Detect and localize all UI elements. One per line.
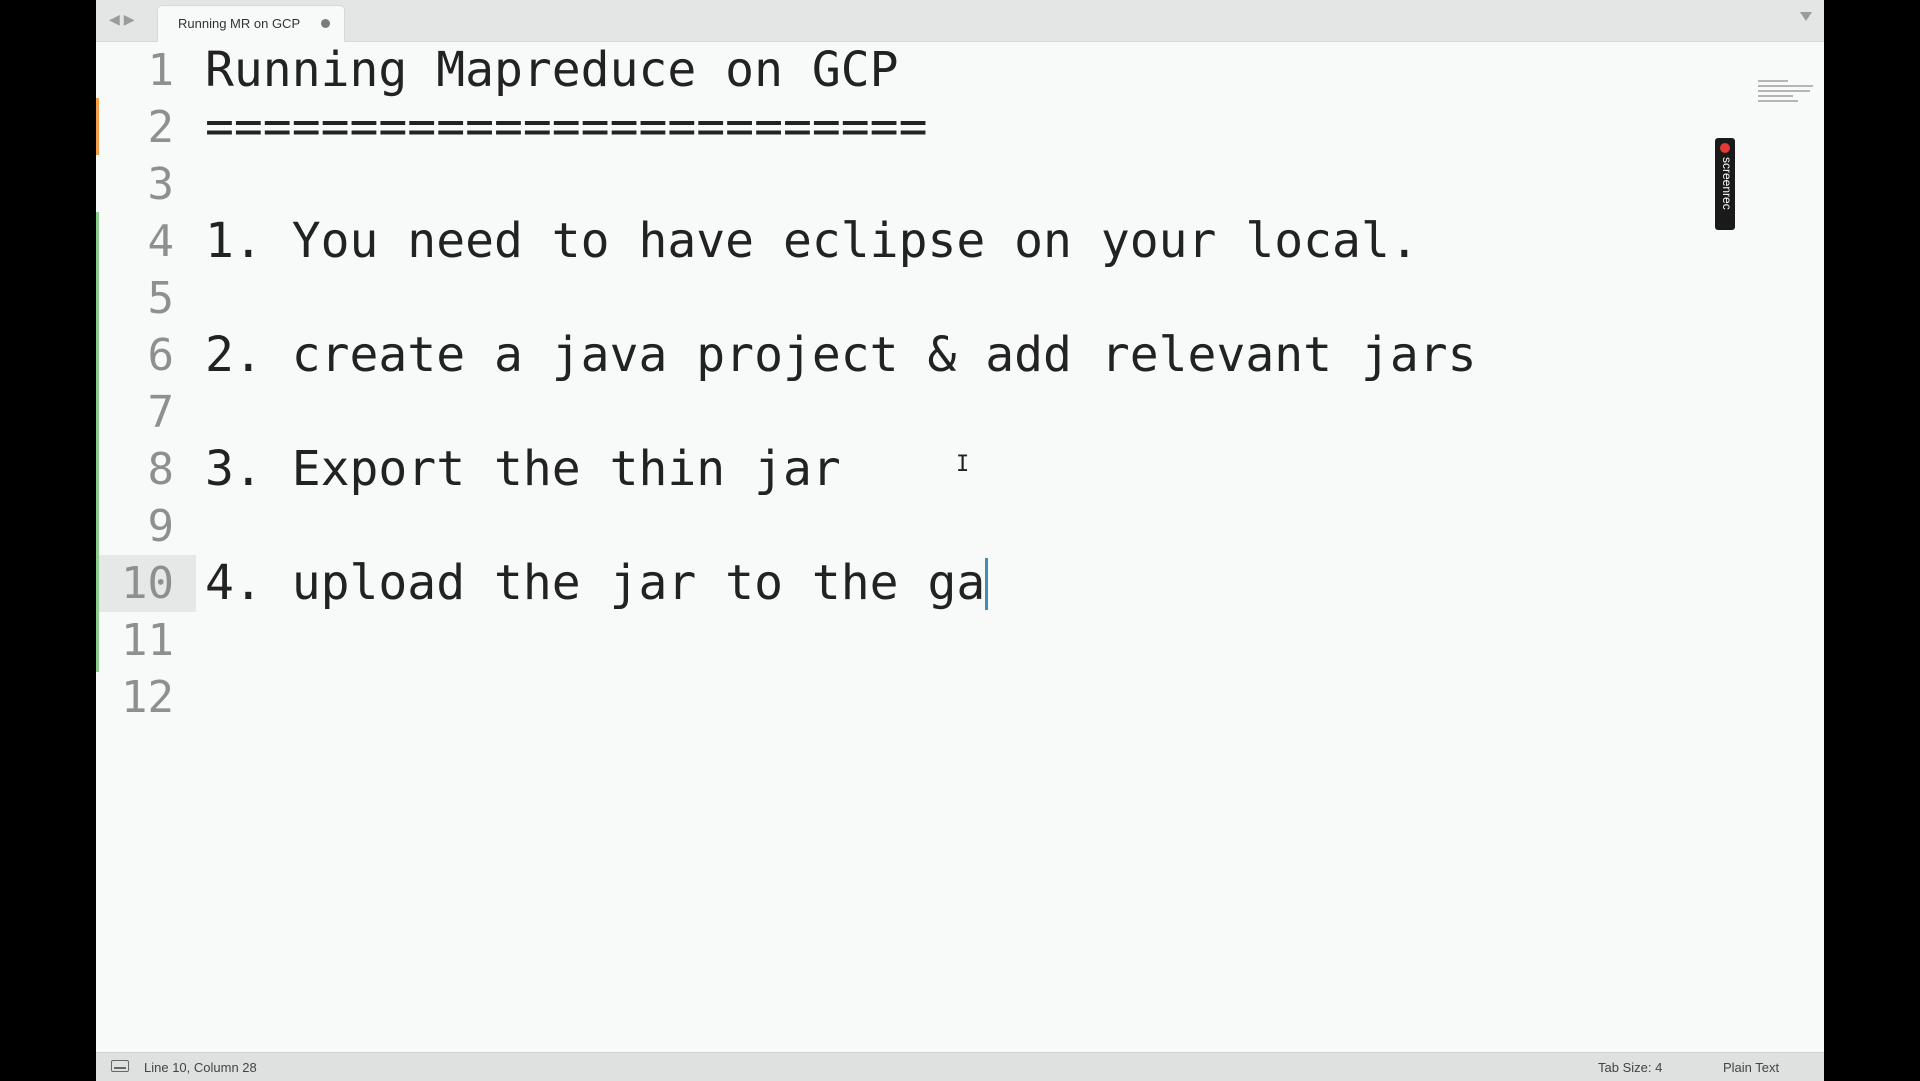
minimap[interactable] [1758, 80, 1818, 110]
line-number: 6 [147, 330, 175, 381]
line-text: ========================= [205, 99, 928, 155]
line-number: 9 [147, 501, 175, 552]
editor-line[interactable]: 5 [96, 270, 1824, 327]
line-text: 4. upload the jar to the ga [205, 555, 986, 611]
line-number: 4 [147, 216, 175, 267]
editor-line[interactable]: 3 [96, 156, 1824, 213]
chevron-down-icon[interactable] [1800, 12, 1812, 21]
tab-size-selector[interactable]: Tab Size: 4 [1598, 1060, 1662, 1075]
editor-line[interactable]: 12 [96, 669, 1824, 726]
editor-line[interactable]: 1 Running Mapreduce on GCP [96, 42, 1824, 99]
line-number: 7 [147, 387, 175, 438]
editor-line[interactable]: 11 [96, 612, 1824, 669]
editor-line[interactable]: 7 [96, 384, 1824, 441]
nav-arrows-icon[interactable]: ◀▶ [109, 11, 139, 28]
editor-line[interactable]: 6 2. create a java project & add relevan… [96, 327, 1824, 384]
unsaved-dot-icon[interactable] [321, 19, 330, 28]
screenrec-badge[interactable]: screenrec [1715, 138, 1735, 230]
tab-title: Running MR on GCP [178, 16, 301, 31]
tab-bar: ◀▶ Running MR on GCP [96, 0, 1824, 42]
line-number: 11 [121, 615, 174, 666]
line-text: 3. Export the thin jar [205, 441, 841, 497]
line-text: 1. You need to have eclipse on your loca… [205, 213, 1419, 269]
line-number: 5 [147, 273, 175, 324]
editor-line[interactable]: 2 ========================= [96, 99, 1824, 156]
line-number: 1 [147, 45, 175, 96]
line-number: 8 [147, 444, 175, 495]
i-beam-cursor-icon: I [956, 452, 970, 477]
line-number: 12 [121, 672, 174, 723]
cursor-position: Line 10, Column 28 [144, 1060, 257, 1075]
screenrec-label: screenrec [1720, 157, 1734, 210]
editor-window: ◀▶ Running MR on GCP 1 Running Mapreduce… [96, 0, 1824, 1081]
line-text: 2. create a java project & add relevant … [205, 327, 1477, 383]
text-editor[interactable]: 1 Running Mapreduce on GCP 2 ===========… [96, 42, 1824, 1052]
syntax-selector[interactable]: Plain Text [1723, 1060, 1779, 1075]
panel-toggle-icon[interactable] [111, 1060, 129, 1072]
editor-line-current[interactable]: 10 4. upload the jar to the ga [96, 555, 1824, 612]
line-number: 2 [147, 102, 175, 153]
status-bar: Line 10, Column 28 Tab Size: 4 Plain Tex… [96, 1052, 1824, 1081]
editor-line[interactable]: 9 [96, 498, 1824, 555]
line-number: 3 [147, 159, 175, 210]
editor-line[interactable]: 4 1. You need to have eclipse on your lo… [96, 213, 1824, 270]
line-text: Running Mapreduce on GCP [205, 42, 899, 98]
record-icon [1720, 143, 1730, 153]
tab-running-mr-on-gcp[interactable]: Running MR on GCP [158, 6, 344, 42]
text-caret [985, 558, 989, 610]
line-number: 10 [121, 558, 174, 609]
